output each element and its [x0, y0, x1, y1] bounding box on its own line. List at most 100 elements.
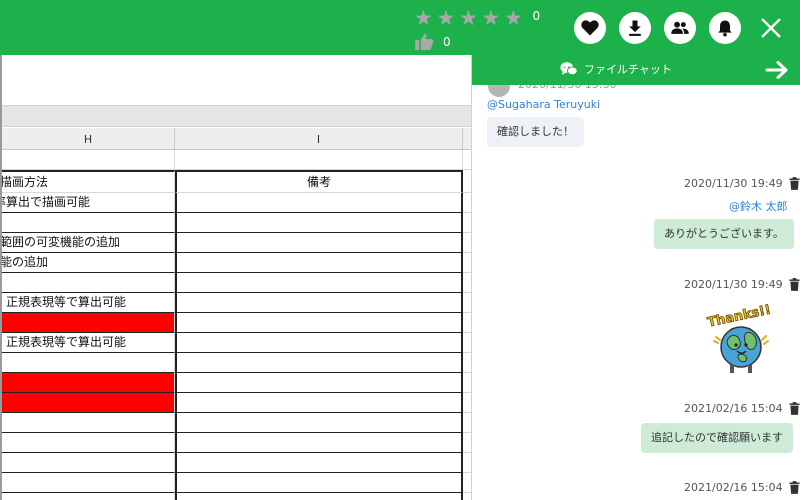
- members-button[interactable]: [664, 12, 696, 44]
- star-icon[interactable]: ★: [459, 7, 482, 29]
- cell[interactable]: ﾞ、正規表現等で算出可能: [2, 293, 175, 313]
- cell[interactable]: [2, 493, 175, 500]
- cell[interactable]: [463, 433, 471, 453]
- trash-icon[interactable]: [789, 481, 800, 494]
- table-row: [2, 353, 471, 373]
- cell[interactable]: [2, 150, 175, 170]
- cell[interactable]: [175, 493, 463, 500]
- cell[interactable]: [463, 293, 471, 313]
- chat-bubbles-icon: [560, 62, 578, 76]
- cell[interactable]: 幾能の追加: [2, 253, 175, 273]
- cell[interactable]: [463, 273, 471, 293]
- table-row: [2, 473, 471, 493]
- cell[interactable]: [175, 253, 463, 273]
- cell[interactable]: [463, 193, 471, 213]
- star-icon[interactable]: ★: [504, 7, 527, 29]
- column-header-h[interactable]: H: [2, 128, 175, 150]
- cell[interactable]: [463, 473, 471, 493]
- message-bubble: 追記したので確認願います: [641, 423, 793, 453]
- data-rows: ｿ率算出で描画可能、範囲の可変機能の追加幾能の追加 ﾞ、正規表現等で算出可能 ﾞ、正…: [2, 193, 471, 500]
- cell[interactable]: [463, 333, 471, 353]
- message-mention[interactable]: @Sugahara Teruyuki: [487, 98, 600, 111]
- cell-text: 期描画方法: [2, 175, 49, 189]
- cell[interactable]: [2, 433, 175, 453]
- cell[interactable]: [2, 353, 175, 373]
- trash-icon[interactable]: [789, 278, 800, 291]
- cell[interactable]: [175, 433, 463, 453]
- cell[interactable]: [175, 333, 463, 353]
- cell[interactable]: [2, 273, 175, 293]
- cell[interactable]: [175, 373, 463, 393]
- download-button[interactable]: [619, 12, 651, 44]
- chat-message: @Sugahara Teruyuki: [487, 98, 600, 111]
- group-icon: [671, 21, 689, 34]
- cell[interactable]: ｿ率算出で描画可能: [2, 193, 175, 213]
- cell[interactable]: ﾞ、正規表現等で算出可能: [2, 333, 175, 353]
- cell[interactable]: [463, 413, 471, 433]
- star-icon[interactable]: ★: [482, 7, 505, 29]
- cell[interactable]: [463, 453, 471, 473]
- cell[interactable]: [2, 473, 175, 493]
- cell[interactable]: [175, 313, 463, 333]
- table-row: [2, 393, 471, 413]
- spreadsheet-view[interactable]: H I 期描画方法 備考 ｿ率算出で描画可能、範囲の可変機能の追加幾能の追加 ﾞ、…: [0, 55, 471, 500]
- message-timestamp: 2021/02/16 15:04: [684, 481, 783, 494]
- column-header-i[interactable]: I: [175, 128, 463, 150]
- cell-text: ﾞ、正規表現等で算出可能: [2, 295, 127, 309]
- cell[interactable]: [2, 213, 175, 233]
- cell[interactable]: [2, 453, 175, 473]
- chat-title: ファイルチャット: [584, 63, 672, 76]
- trash-icon[interactable]: [789, 402, 800, 415]
- table-row: 期描画方法 備考: [2, 170, 471, 193]
- cell-text: 、範囲の可変機能の追加: [2, 235, 121, 249]
- cell[interactable]: [2, 393, 175, 413]
- cell[interactable]: [175, 213, 463, 233]
- like-button[interactable]: 0: [415, 33, 451, 50]
- cell[interactable]: [463, 253, 471, 273]
- formula-bar[interactable]: [2, 105, 471, 127]
- star-icon[interactable]: ★: [437, 7, 460, 29]
- cell[interactable]: [175, 293, 463, 313]
- star-rating[interactable]: ★ ★ ★ ★ ★ 0: [414, 7, 540, 29]
- column-header-j[interactable]: [463, 128, 471, 150]
- cell[interactable]: [175, 413, 463, 433]
- cell[interactable]: 、範囲の可変機能の追加: [2, 233, 175, 253]
- cell[interactable]: [175, 193, 463, 213]
- cell[interactable]: [463, 170, 471, 193]
- cell[interactable]: [463, 233, 471, 253]
- cell[interactable]: [175, 150, 463, 170]
- message-timestamp: 2020/11/30 19:49: [684, 177, 783, 190]
- arrow-right-icon[interactable]: [765, 60, 789, 80]
- cell[interactable]: [2, 313, 175, 333]
- bell-icon: [718, 20, 732, 37]
- cell[interactable]: [2, 413, 175, 433]
- table-row: [2, 413, 471, 433]
- cell[interactable]: [463, 493, 471, 500]
- cell[interactable]: [463, 373, 471, 393]
- cell[interactable]: [463, 213, 471, 233]
- cell[interactable]: [175, 393, 463, 413]
- message-timestamp: 2020/11/30 19:49: [684, 278, 783, 291]
- cell[interactable]: [463, 393, 471, 413]
- cell[interactable]: [175, 473, 463, 493]
- cell[interactable]: [175, 453, 463, 473]
- cell[interactable]: [463, 150, 471, 170]
- message-mention[interactable]: @鈴木 太郎: [729, 198, 788, 214]
- cell[interactable]: [175, 353, 463, 373]
- close-button[interactable]: [758, 15, 784, 41]
- favorite-button[interactable]: [574, 12, 606, 44]
- notification-button[interactable]: [709, 12, 741, 44]
- cell[interactable]: [175, 273, 463, 293]
- cell[interactable]: [2, 373, 175, 393]
- cell[interactable]: [463, 313, 471, 333]
- cell[interactable]: 備考: [175, 170, 463, 193]
- cell-grid[interactable]: 期描画方法 備考 ｿ率算出で描画可能、範囲の可変機能の追加幾能の追加 ﾞ、正規表現…: [2, 150, 471, 500]
- table-row: [2, 213, 471, 233]
- star-icon[interactable]: ★: [414, 7, 437, 29]
- table-row: ｿ率算出で描画可能: [2, 193, 471, 213]
- cell[interactable]: 期描画方法: [2, 170, 175, 193]
- cell[interactable]: [175, 233, 463, 253]
- table-row: [2, 433, 471, 453]
- trash-icon[interactable]: [789, 177, 800, 190]
- cell[interactable]: [463, 353, 471, 373]
